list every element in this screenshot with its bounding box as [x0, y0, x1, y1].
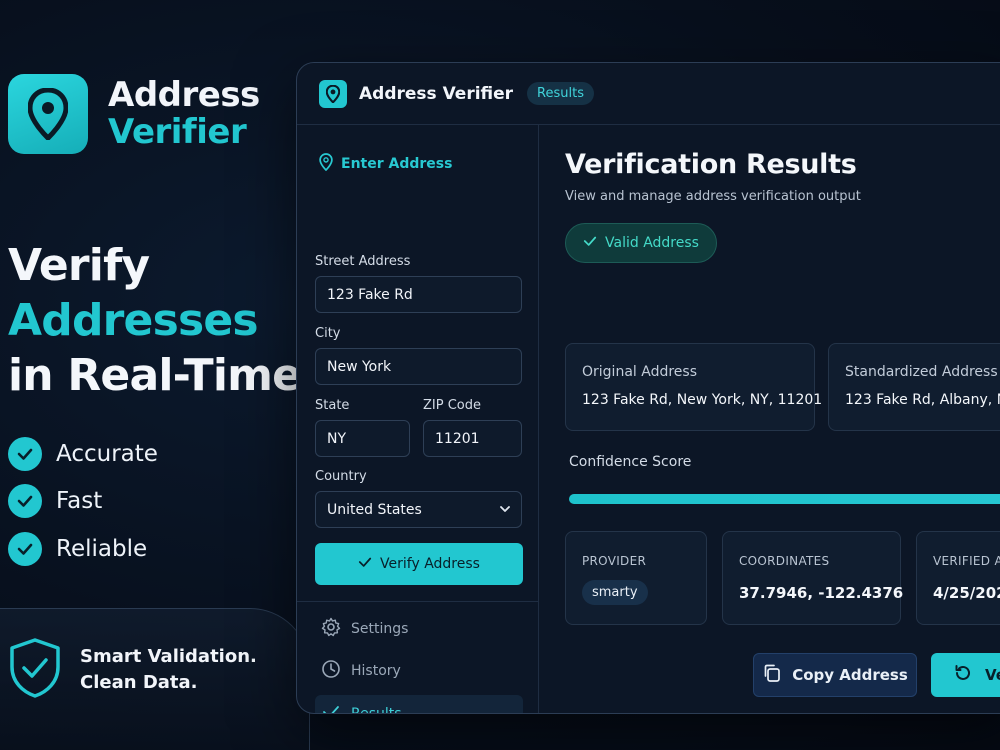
country-label: Country [315, 469, 367, 484]
results-label: Results [351, 706, 402, 714]
sidebar-item-history[interactable]: History [315, 652, 523, 690]
verified-at-value: 4/25/2026 [933, 584, 1000, 602]
check-circle-icon [8, 531, 42, 566]
feature-list: Accurate Fast Reliable [8, 430, 158, 573]
state-value: NY [327, 430, 347, 447]
coordinates-value: 37.7946, -122.4376 [739, 584, 904, 602]
headline-line1: Verify [8, 240, 150, 291]
original-address-card: Original Address 123 Fake Rd, New York, … [565, 343, 822, 431]
verify-address-button[interactable]: Verify Address [315, 543, 523, 585]
shield-check-icon [8, 637, 62, 703]
country-value: United States [327, 501, 422, 518]
page-subtitle: View and manage address verification out… [565, 189, 861, 204]
sidebar-item-settings[interactable]: Settings [315, 610, 523, 648]
provider-label: PROVIDER [582, 554, 647, 568]
hero-headline: Verify Addresses in Real-Time [8, 238, 302, 403]
confidence-score-bar [569, 494, 1000, 504]
original-address-value: 123 Fake Rd, New York, NY, 11201 [582, 392, 823, 408]
check-icon [583, 234, 597, 252]
verified-at-card: VERIFIED AT 4/25/2026 [916, 531, 1000, 625]
state-label: State [315, 398, 350, 413]
tagline-line2: Clean Data. [80, 672, 198, 693]
page-title: Verification Results [565, 149, 857, 180]
street-label: Street Address [315, 254, 411, 269]
reverify-button[interactable]: Ve [931, 653, 1000, 697]
brand-name-line2: Verifier [108, 112, 247, 152]
confidence-score-fill [569, 494, 1000, 504]
chevron-down-icon [499, 502, 511, 520]
clock-icon [321, 659, 341, 683]
gear-icon [321, 617, 341, 641]
status-badge-label: Valid Address [605, 235, 699, 251]
feature-item: Accurate [8, 430, 158, 478]
sidebar-divider [297, 601, 538, 602]
verify-address-label: Verify Address [380, 556, 480, 572]
confidence-score-label: Confidence Score [569, 454, 692, 470]
history-label: History [351, 663, 401, 679]
check-circle-icon [8, 436, 42, 471]
provider-badge: smarty [582, 580, 648, 605]
feature-label: Fast [56, 488, 103, 515]
tagline-line1: Smart Validation. [80, 646, 257, 667]
status-badge: Valid Address [565, 223, 717, 263]
refresh-icon [953, 663, 973, 687]
copy-address-button[interactable]: Copy Address [753, 653, 917, 697]
zip-label: ZIP Code [423, 398, 481, 413]
feature-item: Reliable [8, 525, 158, 573]
sidebar-heading-label: Enter Address [341, 156, 453, 172]
headline-line3: in Real-Time [8, 350, 302, 401]
street-address-input[interactable]: 123 Fake Rd [315, 276, 522, 313]
verified-at-label: VERIFIED AT [933, 554, 1000, 568]
original-address-label: Original Address [582, 364, 697, 380]
feature-label: Reliable [56, 535, 148, 562]
map-pin-logo-icon [8, 74, 88, 154]
state-input[interactable]: NY [315, 420, 410, 457]
zip-code-input[interactable]: 11201 [423, 420, 522, 457]
city-value: New York [327, 358, 392, 375]
headline-line2: Addresses [8, 295, 259, 346]
standardized-address-value: 123 Fake Rd, Albany, NY, [845, 392, 1000, 408]
tagline: Smart Validation. Clean Data. [8, 637, 257, 703]
sidebar-heading: Enter Address [319, 153, 452, 175]
copy-address-label: Copy Address [792, 666, 908, 684]
check-icon [358, 555, 372, 573]
check-icon [321, 702, 341, 713]
brand-name-line1: Address [108, 75, 260, 115]
standardized-address-label: Standardized Address [845, 364, 998, 380]
app-window: Address Verifier Results Enter Address S… [296, 62, 1000, 714]
standardized-address-card: Standardized Address 123 Fake Rd, Albany… [828, 343, 1000, 431]
sidebar: Enter Address Street Address 123 Fake Rd… [297, 125, 539, 713]
check-circle-icon [8, 484, 42, 519]
reverify-label: Ve [985, 666, 1000, 684]
street-address-value: 123 Fake Rd [327, 286, 413, 303]
map-pin-icon [319, 79, 347, 108]
map-pin-outline-icon [319, 153, 333, 175]
city-label: City [315, 326, 341, 341]
title-bar: Address Verifier Results [297, 63, 1000, 125]
zip-code-value: 11201 [435, 430, 480, 447]
sidebar-item-results[interactable]: Results [315, 695, 523, 714]
brand: Address Verifier [8, 74, 260, 154]
country-select[interactable]: United States [315, 491, 522, 528]
feature-label: Accurate [56, 440, 158, 467]
coordinates-label: COORDINATES [739, 554, 830, 568]
copy-icon [762, 663, 782, 687]
results-panel: Verification Results View and manage add… [539, 125, 1000, 713]
feature-item: Fast [8, 478, 158, 526]
provider-card: PROVIDER smarty [565, 531, 707, 625]
results-badge[interactable]: Results [527, 82, 594, 105]
window-title: Address Verifier [359, 83, 514, 104]
city-input[interactable]: New York [315, 348, 522, 385]
settings-label: Settings [351, 621, 409, 637]
coordinates-card: COORDINATES 37.7946, -122.4376 [722, 531, 904, 625]
